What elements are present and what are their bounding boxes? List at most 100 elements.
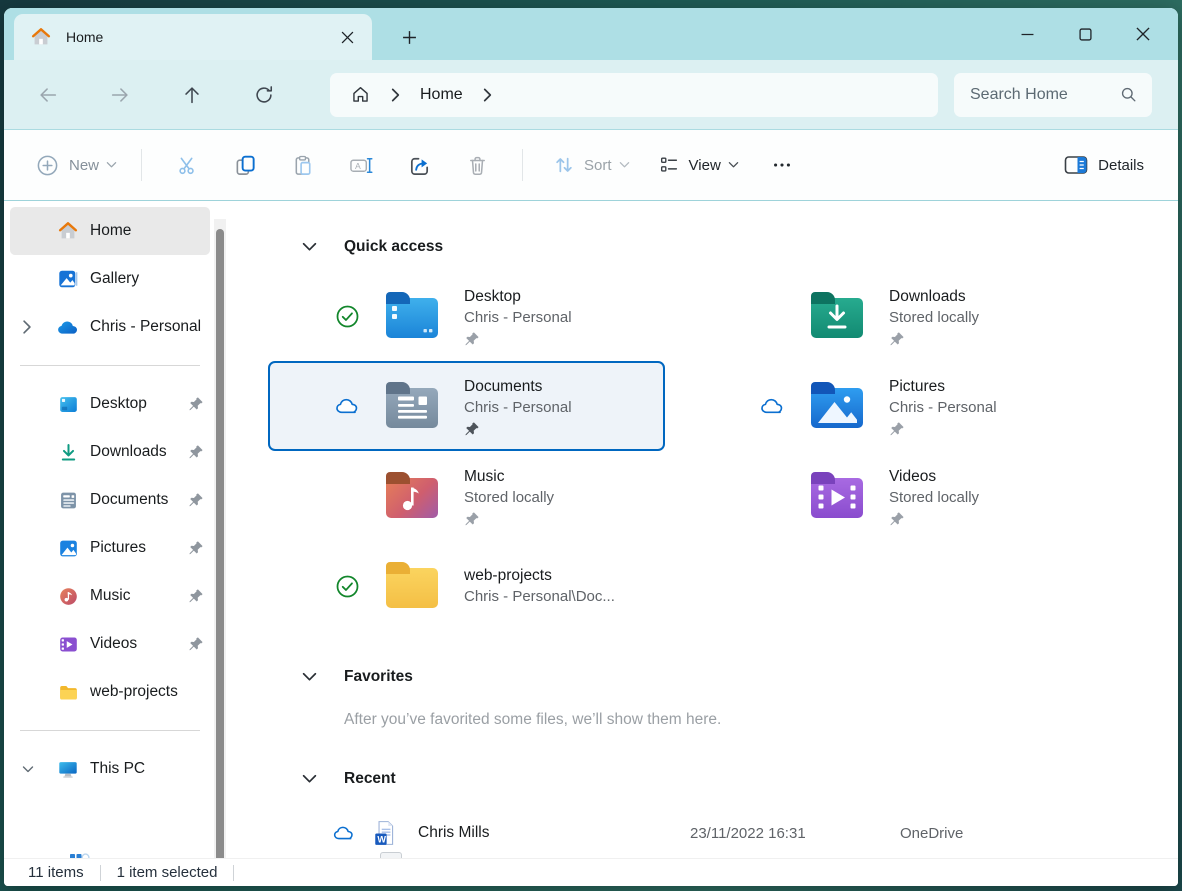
tile-documents[interactable]: Documents Chris - Personal — [268, 361, 665, 451]
tile-name: web-projects — [464, 565, 615, 586]
quick-access-grid: Desktop Chris - Personal Downloads Store… — [268, 271, 1178, 631]
sidebar-item-home[interactable]: Home — [10, 207, 210, 255]
sync-status-icon — [308, 304, 386, 329]
collapse-chevron-icon[interactable] — [294, 242, 324, 252]
sidebar-item-chris-personal[interactable]: Chris - Personal — [10, 303, 210, 351]
documents-icon — [56, 488, 80, 512]
forward-button[interactable] — [100, 75, 140, 115]
folder-icon — [56, 680, 80, 704]
tile-videos[interactable]: Videos Stored locally — [693, 451, 1090, 541]
tile-subtitle: Stored locally — [889, 307, 979, 328]
sidebar-item-label: Desktop — [90, 395, 147, 413]
breadcrumb-chevron-icon[interactable] — [391, 88, 400, 102]
sort-button[interactable]: Sort — [543, 143, 640, 187]
sidebar-item-downloads[interactable]: Downloads — [10, 428, 210, 476]
tile-subtitle: Chris - Personal — [889, 397, 997, 418]
back-button[interactable] — [28, 75, 68, 115]
sidebar-item-label: web-projects — [90, 683, 178, 701]
section-header-quick-access: Quick access — [266, 227, 1178, 267]
music-icon — [56, 584, 80, 608]
downloads-folder-icon — [811, 294, 863, 338]
share-button[interactable] — [396, 143, 442, 187]
navigation-pane: Home Gallery Chris - Personal — [4, 201, 236, 858]
paste-icon — [292, 154, 315, 177]
status-bar: 11 items 1 item selected — [4, 858, 1178, 886]
sidebar-item-this-pc[interactable]: This PC — [10, 745, 210, 793]
new-button-label: New — [69, 157, 99, 174]
tile-downloads[interactable]: Downloads Stored locally — [693, 271, 1090, 361]
minimize-button[interactable] — [998, 14, 1056, 54]
sidebar-item-music[interactable]: Music — [10, 572, 210, 620]
sidebar-scrollbar[interactable] — [214, 219, 226, 858]
paste-button[interactable] — [280, 143, 326, 187]
tile-subtitle: Chris - Personal — [464, 307, 572, 328]
chevron-down-icon[interactable] — [22, 765, 38, 774]
recent-file-date: 23/11/2022 16:31 — [690, 825, 900, 842]
pin-icon — [188, 444, 206, 460]
recent-file-row[interactable]: W Chris Mills 23/11/2022 16:31 OneDrive — [266, 811, 1178, 855]
sidebar-item-gallery[interactable]: Gallery — [10, 255, 210, 303]
sidebar-item-videos[interactable]: Videos — [10, 620, 210, 668]
pin-icon — [464, 421, 572, 437]
sidebar-divider — [20, 730, 200, 731]
pin-icon — [188, 636, 206, 652]
close-button[interactable] — [1114, 14, 1172, 54]
items-count: 11 items — [28, 864, 84, 881]
tile-pictures[interactable]: Pictures Chris - Personal — [693, 361, 1090, 451]
sidebar-item-label: Music — [90, 587, 130, 605]
cut-button[interactable] — [164, 143, 210, 187]
tile-music[interactable]: Music Stored locally — [268, 451, 665, 541]
sidebar-item-label: Downloads — [90, 443, 167, 461]
downloads-icon — [56, 440, 80, 464]
delete-button[interactable] — [454, 143, 500, 187]
view-button[interactable]: View — [648, 143, 749, 187]
tile-desktop[interactable]: Desktop Chris - Personal — [268, 271, 665, 361]
up-button[interactable] — [172, 75, 212, 115]
sidebar-item-documents[interactable]: Documents — [10, 476, 210, 524]
chevron-right-icon[interactable] — [22, 320, 38, 334]
breadcrumb-item-home[interactable]: Home — [420, 86, 463, 104]
new-button[interactable]: New — [28, 143, 125, 187]
pin-icon — [188, 396, 206, 412]
sidebar-divider — [20, 365, 200, 366]
refresh-button[interactable] — [244, 75, 284, 115]
new-tab-button[interactable] — [392, 20, 426, 54]
collapse-chevron-icon[interactable] — [294, 774, 324, 784]
maximize-button[interactable] — [1056, 14, 1114, 54]
tile-name: Downloads — [889, 286, 979, 307]
cut-icon — [176, 154, 199, 177]
sidebar-item-label: This PC — [90, 760, 145, 778]
tile-subtitle: Stored locally — [889, 487, 979, 508]
see-more-button[interactable] — [759, 143, 805, 187]
titlebar: Home — [4, 8, 1178, 60]
tile-web-projects[interactable]: web-projects Chris - Personal\Doc... — [268, 541, 665, 631]
details-button[interactable]: Details — [1054, 143, 1154, 187]
sidebar-scrollbar-thumb[interactable] — [216, 229, 224, 858]
sidebar-item-pictures[interactable]: Pictures — [10, 524, 210, 572]
copy-button[interactable] — [222, 143, 268, 187]
search-input[interactable] — [970, 86, 1110, 104]
collapse-chevron-icon[interactable] — [294, 672, 324, 682]
desktop-background: Home — [0, 0, 1182, 891]
recent-file-row-partial — [380, 852, 402, 858]
breadcrumb-chevron-icon[interactable] — [483, 88, 492, 102]
breadcrumb-home-icon[interactable] — [350, 84, 371, 105]
tab-title: Home — [66, 29, 334, 45]
sidebar-item-web-projects[interactable]: web-projects — [10, 668, 210, 716]
sidebar-item-label: Documents — [90, 491, 168, 509]
chevron-down-icon — [728, 161, 739, 169]
recent-file-name: Chris Mills — [418, 824, 690, 842]
details-button-label: Details — [1098, 157, 1144, 174]
tab-home[interactable]: Home — [14, 14, 372, 60]
sync-status-icon — [308, 574, 386, 599]
copy-icon — [234, 154, 257, 177]
desktop-folder-icon — [386, 294, 438, 338]
tab-close-button[interactable] — [334, 24, 360, 50]
address-bar[interactable]: Home — [330, 73, 938, 117]
home-tab-icon — [30, 26, 52, 48]
share-icon — [408, 154, 431, 177]
section-title: Recent — [344, 770, 396, 788]
search-icon[interactable] — [1119, 85, 1138, 104]
sidebar-item-desktop[interactable]: Desktop — [10, 380, 210, 428]
rename-button[interactable]: A — [338, 143, 384, 187]
